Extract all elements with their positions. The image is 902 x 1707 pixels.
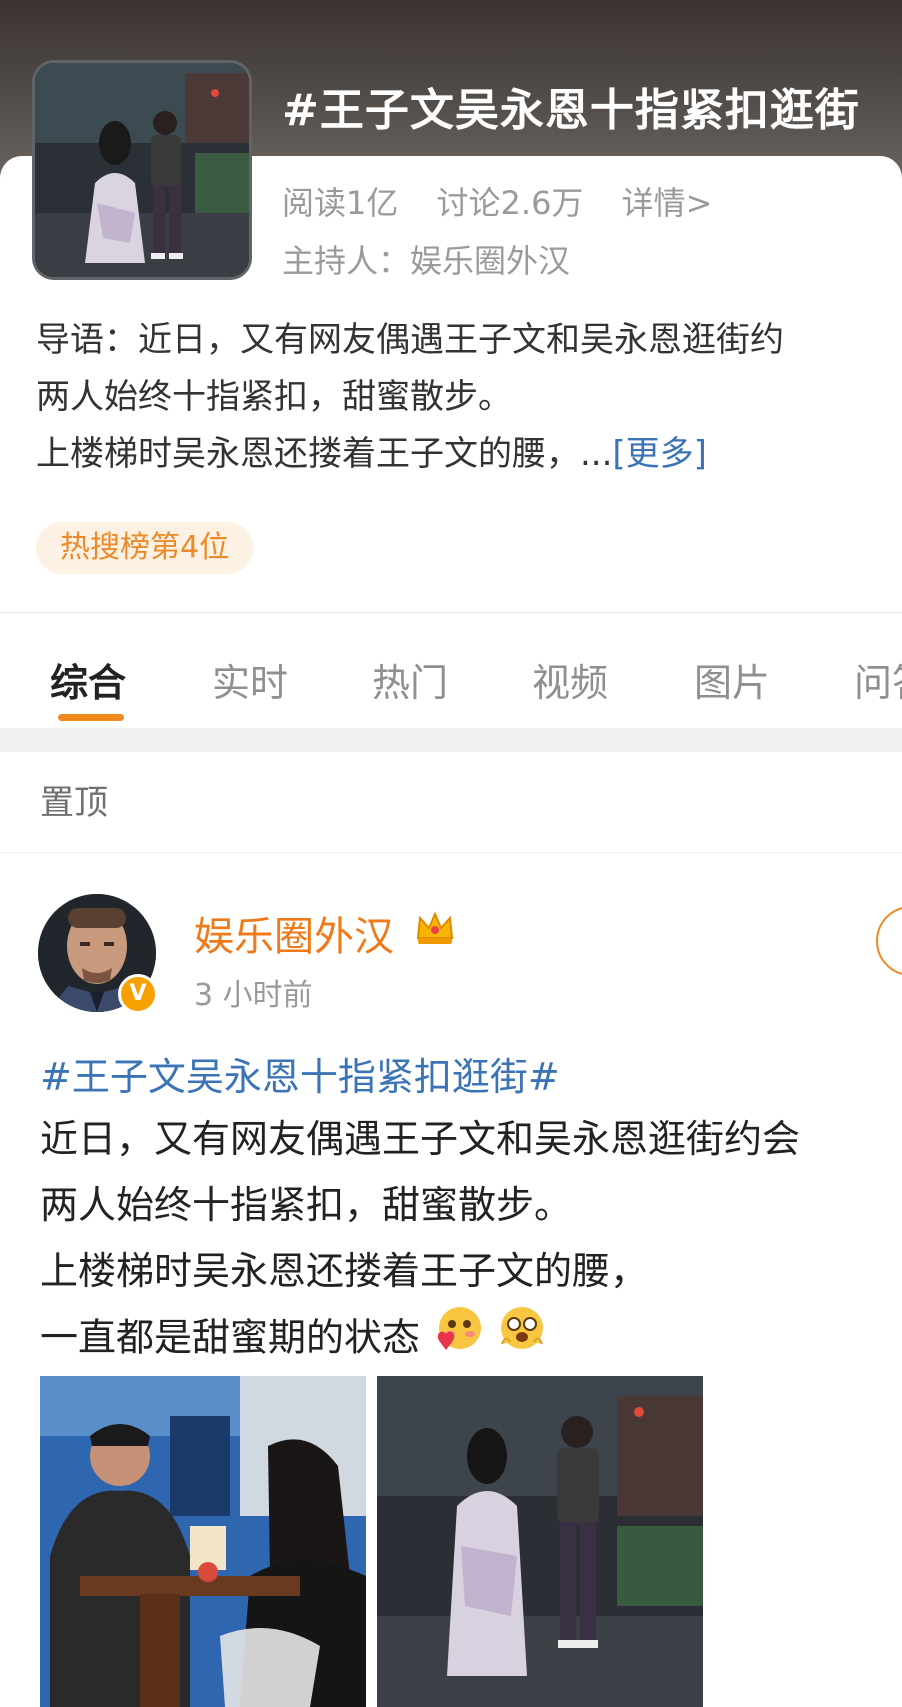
discussion-count: 讨论2.6万 xyxy=(436,184,584,222)
post-hashtag-link[interactable]: #王子文吴永恩十指紧扣逛街# xyxy=(40,1046,560,1101)
star-eyes-emoji-icon xyxy=(496,1304,548,1376)
blush-heart-emoji-icon xyxy=(432,1304,484,1376)
street-walk-photo-illustration xyxy=(377,1376,703,1707)
tabs-divider xyxy=(0,612,902,613)
intro-line: 两人始终十指紧扣，甜蜜散步。 xyxy=(36,377,512,417)
pinned-divider xyxy=(0,852,902,853)
verified-badge-icon: V xyxy=(118,974,158,1014)
section-separator xyxy=(0,728,902,752)
topic-intro: 导语：近日，又有网友偶遇王子文和吴永恩逛街约 两人始终十指紧扣，甜蜜散步。 上楼… xyxy=(36,312,902,483)
post-line: 一直都是甜蜜期的状态 xyxy=(40,1315,421,1360)
post-line: 近日，又有网友偶遇王子文和吴永恩逛街约会 xyxy=(40,1117,801,1161)
pinned-label: 置顶 xyxy=(40,783,108,823)
post-image-restaurant[interactable] xyxy=(40,1376,366,1707)
post-line: 两人始终十指紧扣，甜蜜散步。 xyxy=(40,1183,573,1227)
crown-icon xyxy=(414,908,456,952)
follow-button[interactable] xyxy=(876,906,902,976)
post-image-street[interactable] xyxy=(377,1376,703,1707)
street-photo-illustration xyxy=(35,63,249,277)
topic-stats: 阅读1亿 讨论2.6万 详情> xyxy=(282,178,740,224)
topic-host[interactable]: 主持人：娱乐圈外汉 xyxy=(282,236,570,282)
post-line-with-emoji: 一直都是甜蜜期的状态 xyxy=(40,1304,902,1376)
post-timestamp: 3 小时前 xyxy=(194,978,313,1013)
intro-line: 上楼梯时吴永恩还搂着王子文的腰，...[更多] xyxy=(36,426,902,483)
restaurant-photo-illustration xyxy=(40,1376,366,1707)
post-body: 近日，又有网友偶遇王子文和吴永恩逛街约会 两人始终十指紧扣，甜蜜散步。 上楼梯时… xyxy=(40,1106,902,1376)
read-count: 阅读1亿 xyxy=(282,184,399,222)
tab-comprehensive[interactable]: 综合 xyxy=(50,652,126,707)
tab-pictures[interactable]: 图片 xyxy=(694,652,770,707)
intro-line: 导语：近日，又有网友偶遇王子文和吴永恩逛街约 xyxy=(36,320,784,360)
post-line: 上楼梯时吴永恩还搂着王子文的腰， xyxy=(40,1249,649,1293)
tab-qa[interactable]: 问答 xyxy=(854,652,902,707)
hot-search-rank-badge[interactable]: 热搜榜第4位 xyxy=(36,522,254,574)
details-link[interactable]: 详情> xyxy=(622,184,713,222)
active-tab-indicator xyxy=(58,714,124,721)
tab-hot[interactable]: 热门 xyxy=(372,652,448,707)
more-link[interactable]: [更多] xyxy=(612,434,707,474)
tab-realtime[interactable]: 实时 xyxy=(212,652,288,707)
intro-line-text: 上楼梯时吴永恩还搂着王子文的腰，... xyxy=(36,434,613,474)
topic-title: #王子文吴永恩十指紧扣逛街 xyxy=(282,85,860,136)
post-author-name[interactable]: 娱乐圈外汉 xyxy=(194,904,394,962)
tab-video[interactable]: 视频 xyxy=(532,652,608,707)
topic-cover-image[interactable] xyxy=(32,60,252,280)
